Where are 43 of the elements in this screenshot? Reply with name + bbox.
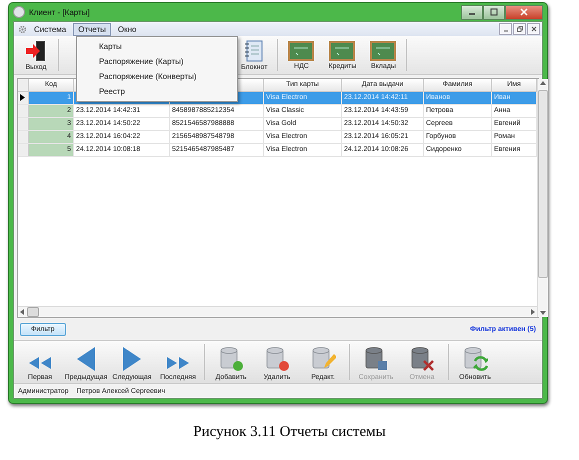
row-pointer-icon xyxy=(20,94,25,101)
previous-icon xyxy=(75,346,97,372)
scroll-left-icon[interactable] xyxy=(20,309,25,315)
row-header[interactable] xyxy=(18,92,29,104)
database-add-icon xyxy=(218,346,244,372)
maximize-button[interactable] xyxy=(483,4,505,20)
close-button[interactable] xyxy=(505,4,543,20)
database-cancel-icon xyxy=(409,346,435,372)
menu-item[interactable]: Карты xyxy=(77,39,237,54)
chalkboard-icon xyxy=(370,40,396,60)
notebook-icon xyxy=(244,40,264,62)
scroll-right-icon[interactable] xyxy=(530,309,535,315)
scroll-up-icon[interactable] xyxy=(540,81,546,86)
rewind-icon xyxy=(27,354,53,372)
menu-item[interactable]: Окно xyxy=(112,22,142,36)
close-button[interactable] xyxy=(527,23,540,35)
gear-icon xyxy=(18,24,27,34)
minimize-button[interactable] xyxy=(499,23,512,35)
window-title: Клиент - [Карты] xyxy=(29,8,90,16)
close-icon xyxy=(530,26,536,32)
menu-item[interactable]: Система xyxy=(29,22,72,36)
fast-forward-icon xyxy=(165,354,191,372)
chalkboard-icon xyxy=(288,40,314,60)
scroll-thumb[interactable] xyxy=(27,307,39,317)
exit-icon xyxy=(24,40,48,62)
vertical-scrollbar[interactable] xyxy=(537,79,548,317)
app-icon xyxy=(13,6,25,18)
database-save-icon xyxy=(363,346,389,372)
menu-item[interactable]: Распоряжение (Карты) xyxy=(77,54,237,69)
menu-item[interactable]: Распоряжение (Конверты) xyxy=(77,69,237,84)
chalkboard-icon xyxy=(329,40,356,60)
maximize-icon xyxy=(490,8,498,16)
horizontal-scrollbar[interactable] xyxy=(18,306,537,317)
restore-icon xyxy=(516,26,522,32)
menu-item[interactable]: Отчеты xyxy=(73,22,111,36)
scroll-thumb[interactable] xyxy=(538,90,548,278)
scroll-down-icon[interactable] xyxy=(540,310,546,315)
restore-button[interactable] xyxy=(513,23,526,35)
next-icon xyxy=(121,346,143,372)
database-remove-icon xyxy=(264,346,290,372)
database-refresh-icon xyxy=(462,346,488,372)
close-icon xyxy=(520,8,528,16)
figure-caption: Рисунок 3.11 Отчеты системы xyxy=(192,424,387,441)
